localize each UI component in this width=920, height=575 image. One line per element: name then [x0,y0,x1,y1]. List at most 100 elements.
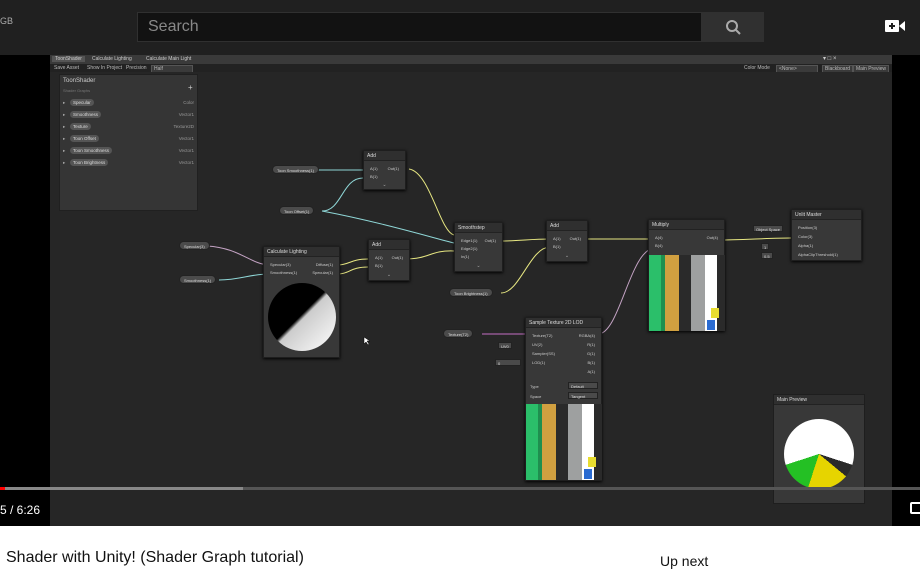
input-port[interactable]: A(1) [370,166,378,171]
video-title: Shader with Unity! (Shader Graph tutoria… [6,549,304,566]
property-node-toon-smoothness[interactable]: Toon Smoothness(1) [272,165,319,174]
input-port[interactable]: B(1) [370,174,378,179]
expand-arrow-icon[interactable]: ▸ [63,124,65,130]
node-title: Multiply [649,220,724,230]
input-port[interactable]: B(1) [553,244,561,249]
output-port[interactable]: Out(1) [392,255,403,260]
input-port[interactable]: Color(3) [798,234,812,239]
input-port[interactable]: LOD(1) [532,360,545,365]
property-node-toon-brightness[interactable]: Toon Brightness(1) [449,288,493,297]
input-port[interactable]: Smoothness(1) [270,270,297,275]
property-node-smoothness[interactable]: Smoothness(1) [179,275,217,284]
alpha-clip-field[interactable]: 0.5 [761,252,773,259]
save-asset-button[interactable]: Save Asset [54,65,79,71]
input-port[interactable]: A(4) [655,235,663,240]
uv-field[interactable]: UV0 [498,342,512,349]
video-player[interactable]: ToonShader Calculate Lighting Calculate … [0,55,920,526]
search-input[interactable]: Search [137,12,702,42]
unlit-master-node[interactable]: Unlit Master Position(3) Color(3) Alpha(… [791,209,862,261]
output-port[interactable]: Out(1) [485,238,496,243]
output-port[interactable]: Out(1) [570,236,581,241]
expand-arrow-icon[interactable]: ▸ [63,136,65,142]
output-port[interactable]: B(1) [587,360,595,365]
property-row[interactable]: ▸ Specular Color [63,98,196,108]
input-port[interactable]: A(1) [375,255,383,260]
input-port[interactable]: B(1) [375,263,383,268]
video-frame[interactable]: ToonShader Calculate Lighting Calculate … [50,55,892,526]
property-node-toon-offset[interactable]: Toon Offset(1) [279,206,315,215]
blackboard-panel: ToonShader Shader Graphs + ▸ Specular Colo… [59,74,198,211]
property-row[interactable]: ▸ Toon Brightness Vector1 [63,158,196,168]
add-node[interactable]: Add A(1) B(1) Out(1) ⌄ [368,239,410,281]
progress-played [0,487,5,490]
add-node[interactable]: Add A(1) B(1) Out(1) ⌄ [363,150,406,190]
property-name[interactable]: Smoothness [70,111,102,118]
input-port[interactable]: Position(3) [798,225,817,230]
input-port[interactable]: UV(2) [532,342,542,347]
multiply-node[interactable]: Multiply A(4) B(4) Out(4) [648,219,725,331]
type-dropdown[interactable]: Default [568,382,598,389]
alpha-field[interactable]: 1 [761,243,770,250]
input-port[interactable]: AlphaClipThreshold(1) [798,252,838,257]
input-port[interactable]: Texture(T2) [532,333,552,338]
output-port[interactable]: Specular(1) [312,270,333,275]
video-camera-plus-icon[interactable] [884,17,906,35]
chevron-down-icon[interactable]: ⌄ [382,182,386,188]
sample-texture-2d-lod-node[interactable]: Sample Texture 2D LOD Texture(T2) UV(2) … [525,317,602,481]
property-name[interactable]: Toon Offset [70,135,99,142]
lod-field[interactable]: 0 [495,359,521,366]
output-port[interactable]: R(1) [587,342,595,347]
property-node-specular[interactable]: Specular(3) [179,241,210,250]
calculate-lighting-node[interactable]: Calculate Lighting Specular(3) Smoothnes… [263,246,340,358]
property-row[interactable]: ▸ Toon Smoothness Vector1 [63,146,196,156]
output-port[interactable]: Out(4) [707,235,718,240]
input-port[interactable]: A(1) [553,236,561,241]
input-port[interactable]: Edge1(1) [461,238,477,243]
tab-calculate-lighting[interactable]: Calculate Lighting [92,56,132,62]
search-button[interactable] [702,12,764,42]
output-port[interactable]: G(1) [587,351,595,356]
output-port[interactable]: Diffuse(1) [316,262,333,267]
main-preview-sphere[interactable] [784,419,854,489]
input-port[interactable]: Alpha(1) [798,243,813,248]
input-port[interactable]: Specular(3) [270,262,291,267]
space-dropdown[interactable]: Tangent [568,392,598,399]
property-name[interactable]: Toon Brightness [70,159,109,166]
chevron-down-icon[interactable]: ⌄ [387,272,391,278]
add-node[interactable]: Add A(1) B(1) Out(1) ⌄ [546,220,588,262]
property-row[interactable]: ▸ Texture Texture2D [63,122,196,132]
show-in-project-button[interactable]: Show In Project [87,65,122,71]
property-name[interactable]: Texture [70,123,91,130]
input-port[interactable]: B(4) [655,243,663,248]
node-title: Unlit Master [792,210,861,220]
property-row[interactable]: ▸ Toon Offset Vector1 [63,134,196,144]
input-port[interactable]: In(1) [461,254,469,259]
main-preview-title: Main Preview [774,395,864,405]
property-node-texture[interactable]: Texture(T2) [443,329,474,338]
chevron-down-icon[interactable]: ⌄ [476,263,480,269]
output-port[interactable]: RGBA(4) [579,333,595,338]
output-port[interactable]: Out(1) [388,166,399,171]
chevron-down-icon[interactable]: ⌄ [565,253,569,259]
color-mode-label: Color Mode [744,65,770,71]
expand-arrow-icon[interactable]: ▸ [63,148,65,154]
input-port[interactable]: Edge2(1) [461,246,477,251]
property-row[interactable]: ▸ Smoothness Vector1 [63,110,196,120]
output-port[interactable]: A(1) [587,369,595,374]
smoothstep-node[interactable]: Smoothstep Edge1(1) Edge2(1) In(1) Out(1… [454,222,503,272]
add-property-button[interactable]: + [188,83,193,92]
property-name[interactable]: Specular [70,99,94,106]
video-progress-bar[interactable] [0,487,920,490]
input-port[interactable]: Sampler(SS) [532,351,555,356]
expand-arrow-icon[interactable]: ▸ [63,160,65,166]
graph-canvas[interactable]: ToonShader Shader Graphs + ▸ Specular Colo… [50,72,892,526]
expand-arrow-icon[interactable]: ▸ [63,112,65,118]
captions-icon[interactable] [910,502,920,514]
tab-calculate-main-light[interactable]: Calculate Main Light [146,56,191,62]
expand-arrow-icon[interactable]: ▸ [63,100,65,106]
window-controls[interactable]: ▾ □ × [823,55,843,63]
tab-toon-shader[interactable]: ToonShader [52,56,85,62]
object-space-field[interactable]: Object Space [753,225,784,232]
property-name[interactable]: Toon Smoothness [70,147,113,154]
property-type: Color [183,100,194,105]
